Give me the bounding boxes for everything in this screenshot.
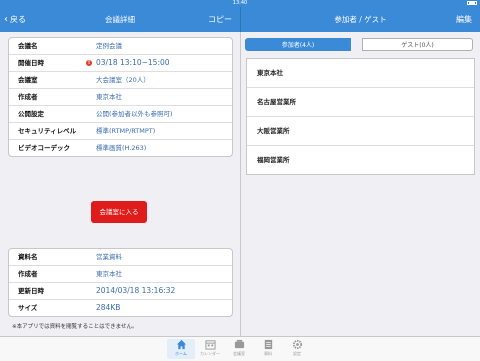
participants-title: 参加者 / ゲスト — [334, 15, 387, 24]
detail-value: 公開(参加者以外も参照可) — [96, 110, 173, 118]
tab-label: ホーム — [175, 351, 187, 356]
tab-home[interactable]: ホーム — [167, 339, 195, 359]
detail-label: セキュリティレベル — [18, 127, 77, 135]
doc-label: 作成者 — [18, 270, 38, 278]
tab-label: カレンダー — [200, 351, 220, 356]
detail-label: 公開設定 — [18, 110, 44, 118]
tab-label: 資料 — [264, 351, 272, 356]
calendar-icon — [204, 340, 216, 350]
list-item[interactable]: 名古屋営業所 — [247, 88, 474, 117]
detail-value: 03/18 13:10~15:00 — [96, 58, 170, 67]
doc-value: 2014/03/18 13:16:32 — [96, 286, 176, 295]
tab-bar: ホーム カレンダー 会議室 資料 設定 — [0, 336, 480, 361]
participant-list: 東京本社 名古屋営業所 大阪営業所 福岡営業所 — [246, 58, 475, 175]
gear-icon — [292, 339, 302, 350]
notice-text: ※本アプリでは資料を閲覧することはできません。 — [12, 324, 138, 330]
list-item[interactable]: 福岡営業所 — [247, 146, 474, 174]
detail-row-creator: 作成者 東京本社 — [9, 89, 232, 106]
alert-icon: ! — [86, 60, 92, 66]
detail-label: ビデオコーデック — [18, 144, 70, 152]
edit-button[interactable]: 編集 — [456, 7, 472, 32]
doc-value: 284KB — [96, 303, 121, 312]
battery-icon — [467, 1, 477, 5]
doc-row-size: サイズ 284KB — [9, 300, 232, 316]
detail-value: 東京本社 — [96, 93, 122, 101]
doc-row-name: 資料名 営業資料 — [9, 249, 232, 266]
pane-divider — [240, 32, 241, 336]
participant-segment: 参加者(4人) ゲスト(0人) — [245, 38, 473, 51]
copy-button[interactable]: コピー — [208, 7, 232, 32]
detail-row-name: 会議名 定例会議 — [9, 38, 232, 55]
detail-value: 大会議室（20人） — [96, 76, 150, 84]
detail-label: 会議室 — [18, 76, 38, 84]
detail-row-visibility: 公開設定 公開(参加者以外も参照可) — [9, 106, 232, 123]
tab-document[interactable]: 資料 — [254, 339, 282, 359]
status-bar: 13:40 — [0, 0, 480, 7]
detail-value: 標準(RTMP/RTMPT) — [96, 127, 156, 135]
tab-participants[interactable]: 参加者(4人) — [245, 38, 351, 51]
doc-row-creator: 作成者 東京本社 — [9, 266, 232, 283]
tab-label: 設定 — [293, 351, 301, 356]
participants-navbar: 参加者 / ゲスト 編集 — [241, 7, 480, 32]
detail-label: 開催日時 — [18, 59, 44, 67]
detail-value: 定例会議 — [96, 42, 122, 50]
document-card: 資料名 営業資料 作成者 東京本社 更新日時 2014/03/18 13:16:… — [8, 248, 233, 317]
tab-calendar[interactable]: カレンダー — [196, 339, 224, 359]
tab-label: 会議室 — [233, 351, 245, 356]
enter-meeting-button[interactable]: 会議室に入る — [91, 201, 147, 223]
doc-row-updated: 更新日時 2014/03/18 13:16:32 — [9, 283, 232, 300]
detail-label: 会議名 — [18, 42, 38, 50]
room-icon — [234, 339, 244, 349]
list-item[interactable]: 大阪営業所 — [247, 117, 474, 146]
doc-label: 更新日時 — [18, 287, 44, 295]
tab-guests[interactable]: ゲスト(0人) — [362, 38, 473, 51]
detail-row-security: セキュリティレベル 標準(RTMP/RTMPT) — [9, 123, 232, 140]
list-item[interactable]: 東京本社 — [247, 59, 474, 88]
doc-label: 資料名 — [18, 253, 38, 261]
document-icon — [264, 339, 272, 350]
detail-row-codec: ビデオコーデック 標準画質(H.263) — [9, 140, 232, 156]
tab-room[interactable]: 会議室 — [225, 339, 253, 359]
detail-value: 標準画質(H.263) — [96, 144, 147, 152]
meeting-details-card: 会議名 定例会議 開催日時 ! 03/18 13:10~15:00 会議室 大会… — [8, 37, 233, 157]
detail-row-datetime: 開催日時 ! 03/18 13:10~15:00 — [9, 55, 232, 72]
page-title: 会議詳細 — [105, 15, 135, 24]
doc-label: サイズ — [18, 304, 38, 312]
doc-value: 東京本社 — [96, 270, 122, 278]
status-time: 13:40 — [232, 0, 248, 6]
home-icon — [176, 339, 186, 350]
detail-label: 作成者 — [18, 93, 38, 101]
tab-settings[interactable]: 設定 — [283, 339, 311, 359]
doc-value: 営業資料 — [96, 253, 122, 261]
detail-row-room: 会議室 大会議室（20人） — [9, 72, 232, 89]
detail-navbar: ‹ 戻る 会議詳細 コピー — [0, 7, 240, 32]
